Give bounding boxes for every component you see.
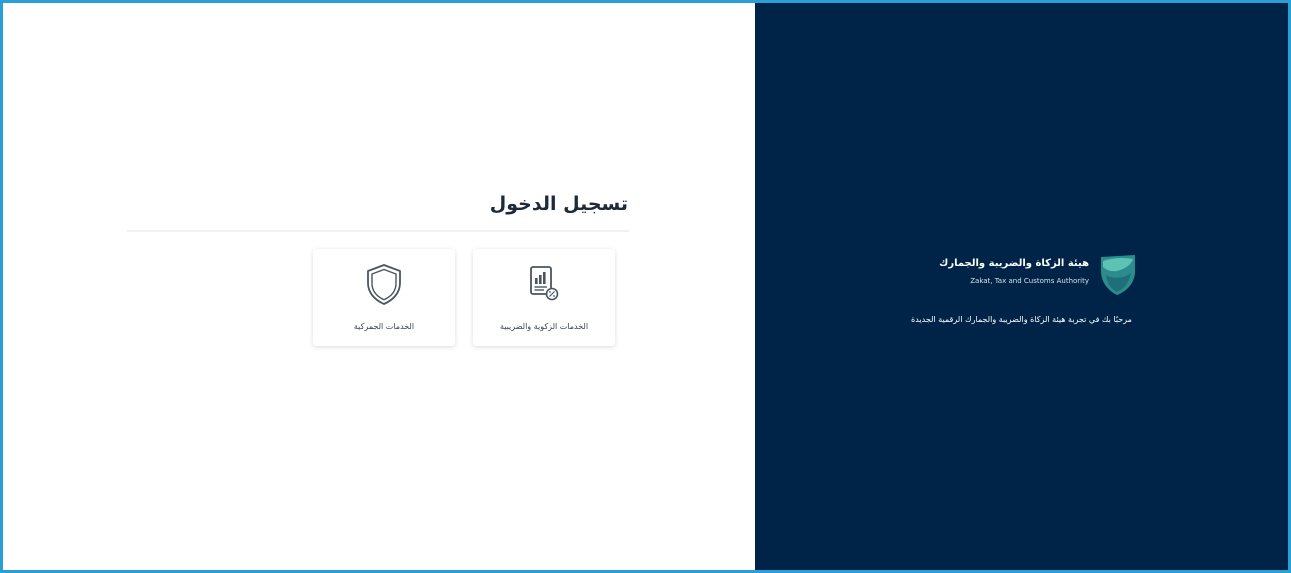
- title-divider: [127, 230, 629, 232]
- brand-name-arabic: هيئة الزكاة والضريبة والجمارك: [939, 258, 1089, 269]
- app-window: تسجيل الدخول الخدمات الزكوية والضريبية ا…: [0, 0, 1291, 573]
- customs-services-button[interactable]: الخدمات الجمركية: [313, 249, 455, 346]
- brand-panel: هيئة الزكاة والضريبة والجمارك Zakat, Tax…: [755, 3, 1288, 570]
- page-title: تسجيل الدخول: [489, 193, 628, 215]
- zakat-tax-services-label: الخدمات الزكوية والضريبية: [499, 322, 589, 331]
- customs-services-label: الخدمات الجمركية: [353, 322, 415, 331]
- zatca-logo-icon: [1101, 255, 1135, 295]
- login-panel: تسجيل الدخول الخدمات الزكوية والضريبية ا…: [3, 3, 755, 570]
- zakat-tax-services-button[interactable]: الخدمات الزكوية والضريبية: [473, 249, 615, 346]
- shield-icon: [367, 264, 401, 305]
- welcome-message: مرحبًا بك في تجربة هيئة الزكاة والضريبة …: [911, 315, 1132, 324]
- brand-block: هيئة الزكاة والضريبة والجمارك Zakat, Tax…: [923, 251, 1139, 297]
- brand-name-english: Zakat, Tax and Customs Authority: [970, 277, 1089, 285]
- tax-report-icon: [530, 266, 559, 301]
